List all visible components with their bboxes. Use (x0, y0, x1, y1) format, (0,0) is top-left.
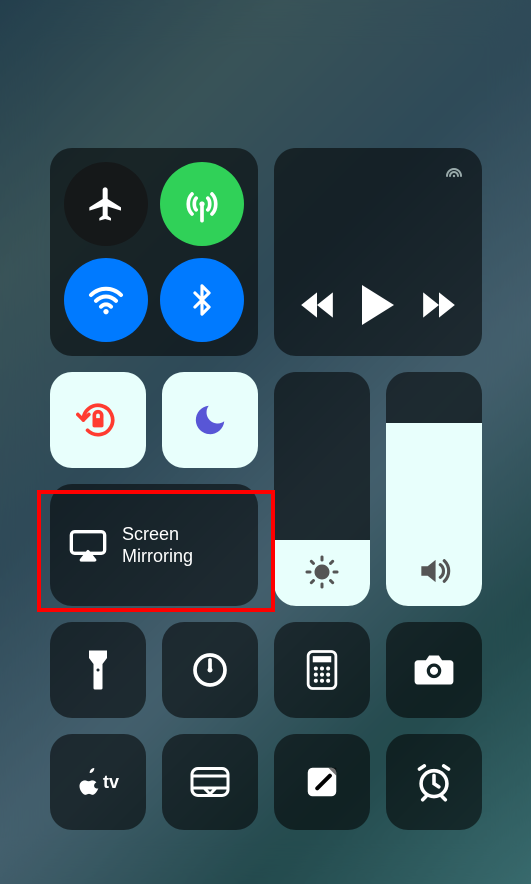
cellular-data-toggle[interactable] (160, 162, 244, 246)
orientation-lock-toggle[interactable] (50, 372, 146, 468)
previous-track-button[interactable] (298, 291, 336, 324)
do-not-disturb-toggle[interactable] (162, 372, 258, 468)
connectivity-module[interactable] (50, 148, 258, 356)
cellular-icon (182, 184, 222, 224)
camera-button[interactable] (386, 622, 482, 718)
flashlight-icon (87, 649, 109, 691)
wifi-icon (86, 280, 126, 320)
flashlight-button[interactable] (50, 622, 146, 718)
screen-mirroring-label: Screen Mirroring (122, 523, 193, 568)
wallet-icon (189, 765, 231, 799)
apple-logo-icon (77, 768, 101, 796)
bluetooth-icon (185, 283, 219, 317)
orientation-lock-icon (76, 398, 120, 442)
airplane-icon (86, 184, 126, 224)
next-track-button[interactable] (420, 291, 458, 324)
timer-button[interactable] (162, 622, 258, 718)
rewind-icon (298, 291, 336, 319)
airplane-mode-toggle[interactable] (64, 162, 148, 246)
calculator-button[interactable] (274, 622, 370, 718)
apple-tv-label: tv (103, 772, 119, 793)
moon-icon (191, 401, 229, 439)
wallet-button[interactable] (162, 734, 258, 830)
volume-slider[interactable] (386, 372, 482, 606)
airplay-icon (68, 527, 108, 563)
play-button[interactable] (360, 285, 396, 330)
apple-tv-button[interactable]: tv (50, 734, 146, 830)
media-module[interactable] (274, 148, 482, 356)
note-icon (303, 763, 341, 801)
brightness-slider[interactable] (274, 372, 370, 606)
bluetooth-toggle[interactable] (160, 258, 244, 342)
airplay-indicator-icon (442, 162, 466, 186)
play-icon (360, 285, 396, 325)
alarm-icon (413, 762, 455, 802)
timer-icon (190, 650, 230, 690)
control-center: Screen Mirroring (50, 148, 482, 830)
calculator-icon (306, 650, 338, 690)
alarm-button[interactable] (386, 734, 482, 830)
notes-button[interactable] (274, 734, 370, 830)
forward-icon (420, 291, 458, 319)
screen-mirroring-button[interactable]: Screen Mirroring (50, 484, 258, 606)
camera-icon (413, 653, 455, 687)
wifi-toggle[interactable] (64, 258, 148, 342)
brightness-icon (304, 554, 340, 590)
volume-icon (415, 552, 453, 590)
